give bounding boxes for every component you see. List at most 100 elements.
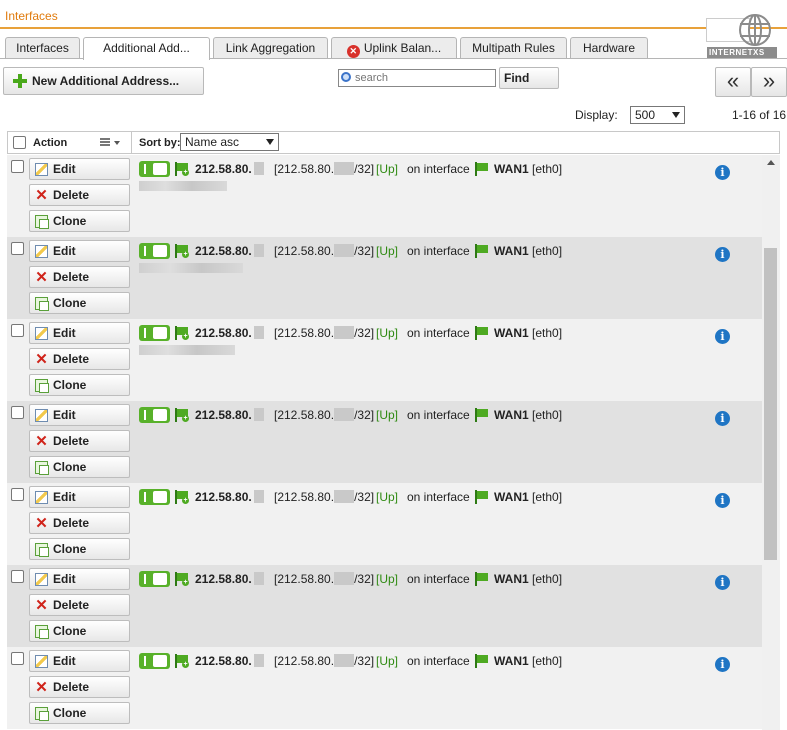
next-page-button[interactable]: » <box>751 67 787 97</box>
delete-button[interactable]: ✕ Delete <box>29 512 130 534</box>
table-row: Edit ✕ Delete Clone +212.58.80. [212.58.80./3… <box>7 319 762 401</box>
sort-select[interactable]: Name asc <box>180 133 279 151</box>
status-badge: [Up] <box>376 244 399 258</box>
interface-name: WAN1 [eth0] <box>494 654 563 668</box>
info-icon[interactable]: i <box>715 329 730 344</box>
clone-button[interactable]: Clone <box>29 210 130 232</box>
tab-bar: Interfaces Additional Add... Link Aggreg… <box>0 37 787 60</box>
edit-button[interactable]: Edit <box>29 240 130 262</box>
interface-flag-icon <box>475 490 489 504</box>
scroll-thumb[interactable] <box>764 248 777 560</box>
info-icon[interactable]: i <box>715 165 730 180</box>
info-icon[interactable]: i <box>715 247 730 262</box>
row-checkbox[interactable] <box>11 570 24 583</box>
interface-name: WAN1 [eth0] <box>494 490 563 504</box>
address-cidr: [212.58.80./32] <box>274 654 375 668</box>
tab-multipath-rules[interactable]: Multipath Rules <box>460 37 567 59</box>
clone-icon <box>35 379 49 393</box>
row-checkbox[interactable] <box>11 652 24 665</box>
clone-button[interactable]: Clone <box>29 702 130 724</box>
edit-button[interactable]: Edit <box>29 568 130 590</box>
edit-button[interactable]: Edit <box>29 486 130 508</box>
clone-icon <box>35 707 49 721</box>
clone-button[interactable]: Clone <box>29 456 130 478</box>
table-row: Edit ✕ Delete Clone +212.58.80. [212.58.80./3… <box>7 155 762 237</box>
clone-icon <box>35 297 49 311</box>
enable-toggle[interactable] <box>139 653 170 669</box>
redacted-block <box>253 162 264 175</box>
search-input[interactable] <box>355 71 493 85</box>
table-row: Edit ✕ Delete Clone +212.58.80. [212.58.80./3… <box>7 483 762 565</box>
delete-button[interactable]: ✕ Delete <box>29 594 130 616</box>
redacted-block <box>334 572 355 585</box>
delete-icon: ✕ <box>35 433 48 450</box>
tab-hardware[interactable]: Hardware <box>570 37 648 59</box>
chevron-down-icon <box>672 112 680 118</box>
display-count-select[interactable]: 500 <box>630 106 685 124</box>
sort-by-label: Sort by: <box>139 137 181 149</box>
select-all-checkbox[interactable] <box>13 136 26 149</box>
clone-button[interactable]: Clone <box>29 292 130 314</box>
address-flag-icon: + <box>175 490 189 504</box>
edit-icon <box>35 573 48 586</box>
row-checkbox[interactable] <box>11 488 24 501</box>
info-icon[interactable]: i <box>715 493 730 508</box>
tab-link-aggregation[interactable]: Link Aggregation <box>213 37 328 59</box>
delete-button[interactable]: ✕ Delete <box>29 676 130 698</box>
clone-button[interactable]: Clone <box>29 620 130 642</box>
delete-button[interactable]: ✕ Delete <box>29 266 130 288</box>
tab-additional-addresses[interactable]: Additional Add... <box>83 37 210 60</box>
interface-flag-icon <box>475 244 489 258</box>
list-menu-icon[interactable] <box>100 138 110 146</box>
redacted-description <box>139 345 235 355</box>
scroll-up-icon[interactable] <box>767 160 775 165</box>
enable-toggle[interactable] <box>139 243 170 259</box>
new-additional-address-button[interactable]: New Additional Address... <box>3 67 204 95</box>
previous-page-button[interactable]: « <box>715 67 751 97</box>
redacted-description <box>139 263 243 273</box>
info-icon[interactable]: i <box>715 575 730 590</box>
edit-button[interactable]: Edit <box>29 650 130 672</box>
address-flag-icon: + <box>175 572 189 586</box>
enable-toggle[interactable] <box>139 325 170 341</box>
enable-toggle[interactable] <box>139 161 170 177</box>
redacted-block <box>334 326 355 339</box>
status-badge: [Up] <box>376 408 399 422</box>
find-button[interactable]: Find <box>499 67 559 89</box>
info-icon[interactable]: i <box>715 411 730 426</box>
clone-button[interactable]: Clone <box>29 374 130 396</box>
row-checkbox[interactable] <box>11 324 24 337</box>
edit-button[interactable]: Edit <box>29 322 130 344</box>
address-label: 212.58.80. <box>195 162 264 176</box>
chevron-down-icon[interactable] <box>114 141 120 145</box>
chevron-down-icon <box>266 139 274 145</box>
tab-interfaces[interactable]: Interfaces <box>5 37 80 59</box>
enable-toggle[interactable] <box>139 571 170 587</box>
on-interface-label: on interface <box>407 654 470 668</box>
row-checkbox[interactable] <box>11 242 24 255</box>
interface-name: WAN1 [eth0] <box>494 572 563 586</box>
delete-button[interactable]: ✕ Delete <box>29 348 130 370</box>
row-checkbox[interactable] <box>11 160 24 173</box>
table-row: Edit ✕ Delete Clone +212.58.80. [212.58.80./3… <box>7 401 762 483</box>
edit-button[interactable]: Edit <box>29 158 130 180</box>
enable-toggle[interactable] <box>139 407 170 423</box>
address-cidr: [212.58.80./32] <box>274 162 375 176</box>
redacted-block <box>253 326 264 339</box>
tab-uplink-balancing[interactable]: ✕ Uplink Balan... <box>331 37 457 59</box>
clone-icon <box>35 215 49 229</box>
error-icon: ✕ <box>346 45 360 58</box>
search-box <box>338 69 496 87</box>
delete-button[interactable]: ✕ Delete <box>29 430 130 452</box>
interface-flag-icon <box>475 162 489 176</box>
table-header: Action Sort by: <box>7 131 780 154</box>
address-flag-icon: + <box>175 408 189 422</box>
clone-button[interactable]: Clone <box>29 538 130 560</box>
delete-button[interactable]: ✕ Delete <box>29 184 130 206</box>
info-icon[interactable]: i <box>715 657 730 672</box>
row-checkbox[interactable] <box>11 406 24 419</box>
vertical-scrollbar[interactable] <box>762 155 780 730</box>
edit-button[interactable]: Edit <box>29 404 130 426</box>
enable-toggle[interactable] <box>139 489 170 505</box>
clone-icon <box>35 461 49 475</box>
